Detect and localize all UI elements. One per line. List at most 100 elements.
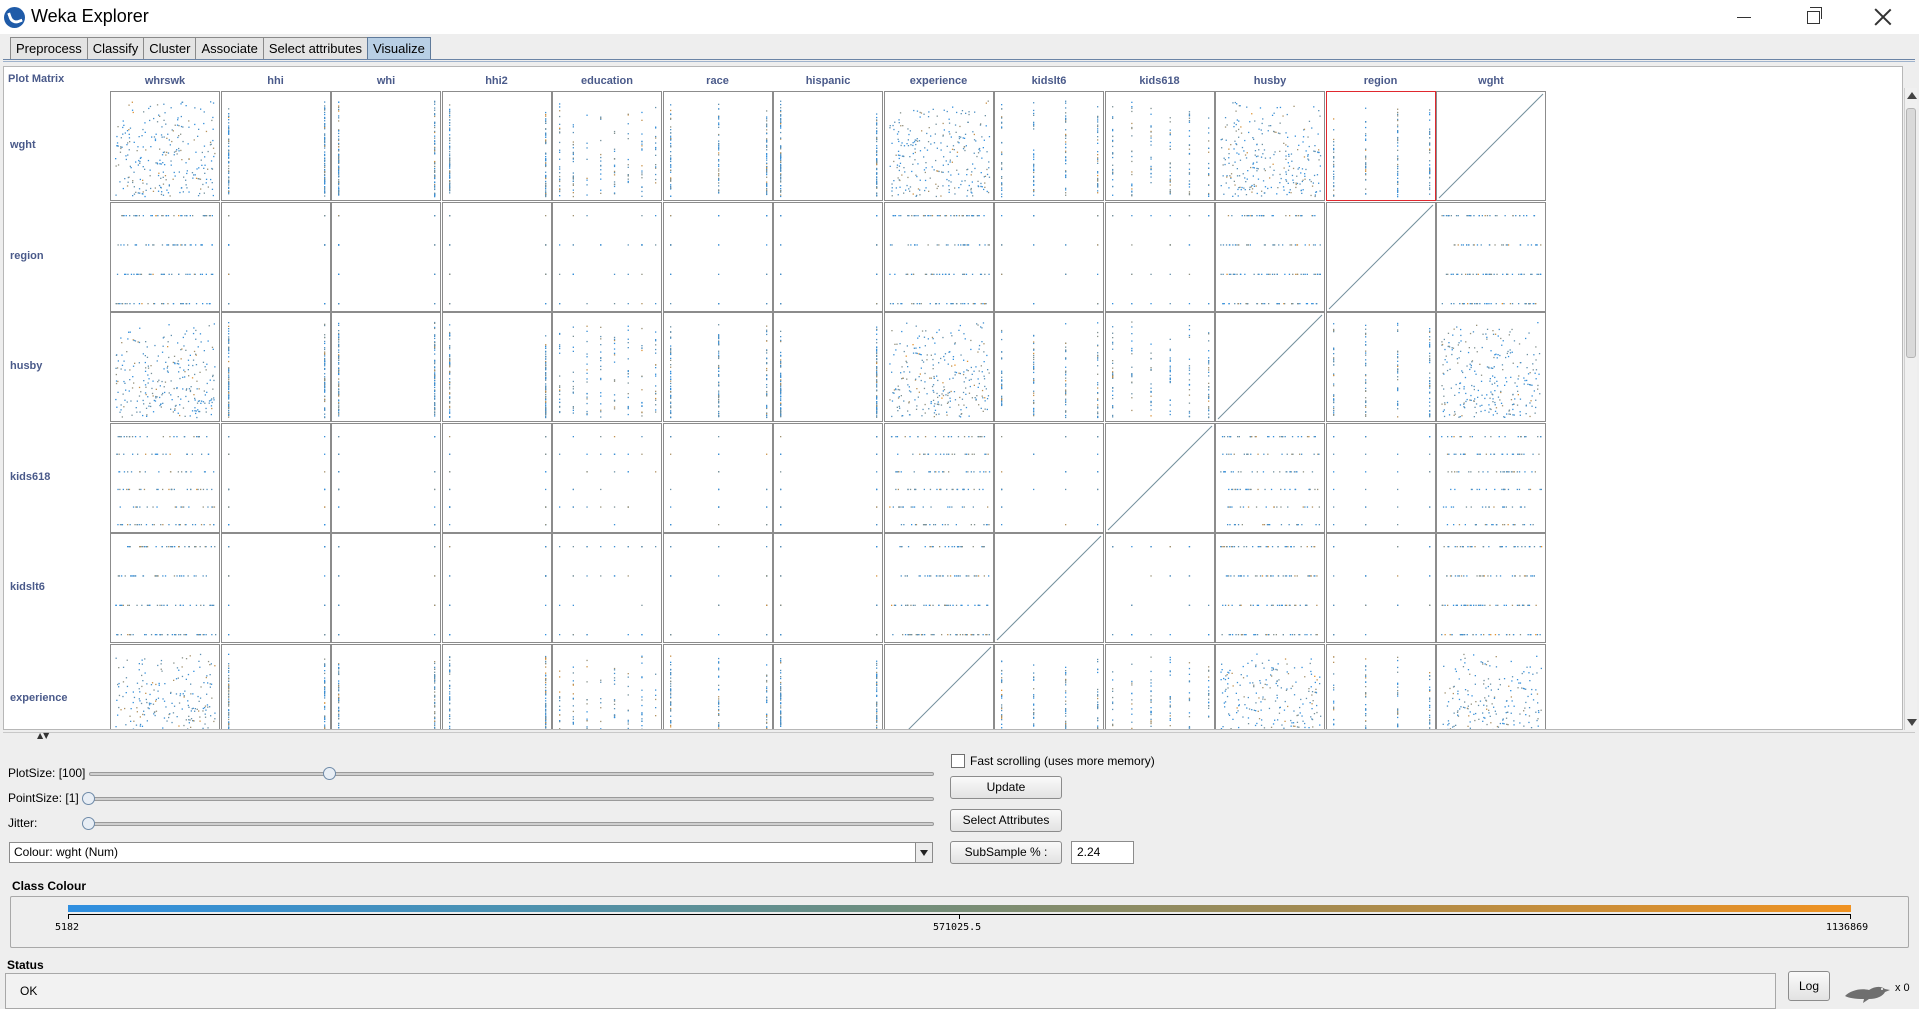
scatter-cell-wght-vs-education[interactable] <box>552 91 662 201</box>
tab-visualize[interactable]: Visualize <box>367 37 431 60</box>
scatter-cell-wght-vs-kids618[interactable] <box>1104 91 1215 201</box>
fast-scrolling-checkbox[interactable] <box>951 754 965 768</box>
log-button[interactable]: Log <box>1788 971 1830 1001</box>
scatter-cell-region-vs-experience[interactable] <box>883 201 994 312</box>
tab-select-attributes[interactable]: Select attributes <box>262 37 369 60</box>
scatter-cell-kidslt6-vs-kids618[interactable] <box>1104 533 1215 643</box>
scatter-cell-husby-vs-hhi2[interactable] <box>441 312 552 422</box>
scatter-cell-kids618-vs-kidslt6[interactable] <box>994 422 1104 533</box>
scatter-cell-region-vs-education[interactable] <box>552 201 662 312</box>
scatter-cell-wght-vs-experience[interactable] <box>883 91 994 201</box>
scatter-cell-region-vs-kids618[interactable] <box>1104 201 1215 312</box>
scatter-cell-kidslt6-vs-hhi2[interactable] <box>441 533 552 643</box>
scatter-cell-wght-vs-whrswk[interactable] <box>110 91 220 201</box>
scatter-cell-kids618-vs-hhi2[interactable] <box>441 422 552 533</box>
scatter-cell-husby-vs-hispanic[interactable] <box>773 312 883 422</box>
scatter-cell-wght-vs-wght[interactable] <box>1436 91 1546 201</box>
scrollbar-thumb[interactable] <box>1906 108 1916 358</box>
scatter-cell-kids618-vs-whi[interactable] <box>331 422 441 533</box>
weka-bird-icon[interactable] <box>1843 982 1891 1004</box>
scatter-cell-kids618-vs-hispanic[interactable] <box>773 422 883 533</box>
tab-associate[interactable]: Associate <box>195 37 264 60</box>
scatter-cell-wght-vs-husby[interactable] <box>1215 91 1325 201</box>
scatter-cell-region-vs-hispanic[interactable] <box>773 201 883 312</box>
point-size-slider[interactable] <box>89 797 934 801</box>
scatter-cell-kidslt6-vs-whi[interactable] <box>331 533 441 643</box>
scatter-cell-kidslt6-vs-region[interactable] <box>1325 533 1436 643</box>
scatter-cell-experience-vs-education[interactable] <box>552 643 662 729</box>
plot-size-slider[interactable] <box>89 772 934 776</box>
scatter-cell-wght-vs-kidslt6[interactable] <box>994 91 1104 201</box>
scatter-cell-kidslt6-vs-hhi[interactable] <box>220 533 331 643</box>
scroll-down-arrow-icon[interactable] <box>1907 719 1917 726</box>
scatter-cell-experience-vs-region[interactable] <box>1325 643 1436 729</box>
scatter-cell-husby-vs-kids618[interactable] <box>1104 312 1215 422</box>
scatter-cell-wght-vs-race[interactable] <box>662 91 773 201</box>
restore-button[interactable] <box>1785 0 1841 34</box>
scatter-cell-experience-vs-race[interactable] <box>662 643 773 729</box>
scatter-cell-husby-vs-wght[interactable] <box>1436 312 1546 422</box>
update-button[interactable]: Update <box>950 776 1062 799</box>
scatter-cell-husby-vs-race[interactable] <box>662 312 773 422</box>
tab-classify[interactable]: Classify <box>86 37 145 60</box>
scatter-cell-kids618-vs-education[interactable] <box>552 422 662 533</box>
minimize-button[interactable] <box>1716 0 1772 34</box>
scatter-cell-experience-vs-kidslt6[interactable] <box>994 643 1104 729</box>
scatter-cell-husby-vs-experience[interactable] <box>883 312 994 422</box>
subsample-button[interactable]: SubSample % : <box>950 841 1062 864</box>
scatter-cell-experience-vs-whrswk[interactable] <box>110 643 220 729</box>
scatter-cell-kids618-vs-hhi[interactable] <box>220 422 331 533</box>
scatter-cell-wght-vs-hhi2[interactable] <box>441 91 552 201</box>
scatter-cell-region-vs-hhi2[interactable] <box>441 201 552 312</box>
scatter-cell-experience-vs-experience[interactable] <box>883 643 994 729</box>
scatter-cell-experience-vs-hispanic[interactable] <box>773 643 883 729</box>
scatter-cell-experience-vs-husby[interactable] <box>1215 643 1325 729</box>
scatter-cell-kidslt6-vs-race[interactable] <box>662 533 773 643</box>
scatter-cell-wght-vs-region[interactable] <box>1325 91 1436 201</box>
point-size-slider-knob[interactable] <box>82 792 95 805</box>
tab-preprocess[interactable]: Preprocess <box>10 37 88 60</box>
plot-size-slider-knob[interactable] <box>323 767 337 780</box>
scroll-up-arrow-icon[interactable] <box>1907 92 1917 99</box>
scatter-cell-region-vs-kidslt6[interactable] <box>994 201 1104 312</box>
splitter-arrows-icon[interactable]: ▲▼ <box>37 732 49 740</box>
scatter-cell-kids618-vs-whrswk[interactable] <box>110 422 220 533</box>
scatter-cell-kidslt6-vs-wght[interactable] <box>1436 533 1546 643</box>
plot-matrix-vertical-scrollbar[interactable] <box>1904 88 1917 730</box>
scatter-cell-wght-vs-hhi[interactable] <box>220 91 331 201</box>
scatter-cell-kidslt6-vs-experience[interactable] <box>883 533 994 643</box>
colour-attribute-select[interactable]: Colour: wght (Num) <box>9 842 933 863</box>
scatter-cell-kidslt6-vs-hispanic[interactable] <box>773 533 883 643</box>
scatter-cell-kids618-vs-husby[interactable] <box>1215 422 1325 533</box>
scatter-cell-region-vs-hhi[interactable] <box>220 201 331 312</box>
scatter-cell-husby-vs-education[interactable] <box>552 312 662 422</box>
scatter-cell-husby-vs-whi[interactable] <box>331 312 441 422</box>
scatter-cell-kidslt6-vs-kidslt6[interactable] <box>994 533 1104 643</box>
scatter-cell-husby-vs-region[interactable] <box>1325 312 1436 422</box>
scatter-cell-region-vs-wght[interactable] <box>1436 201 1546 312</box>
jitter-slider[interactable] <box>89 822 934 826</box>
scatter-cell-experience-vs-whi[interactable] <box>331 643 441 729</box>
scatter-cell-region-vs-whi[interactable] <box>331 201 441 312</box>
scatter-cell-region-vs-whrswk[interactable] <box>110 201 220 312</box>
scatter-cell-kidslt6-vs-education[interactable] <box>552 533 662 643</box>
scatter-cell-kids618-vs-wght[interactable] <box>1436 422 1546 533</box>
scatter-cell-husby-vs-whrswk[interactable] <box>110 312 220 422</box>
scatter-cell-husby-vs-husby[interactable] <box>1215 312 1325 422</box>
scatter-cell-experience-vs-hhi2[interactable] <box>441 643 552 729</box>
split-pane-divider[interactable]: ▲▼ <box>3 732 1915 740</box>
scatter-cell-kids618-vs-kids618[interactable] <box>1104 422 1215 533</box>
scatter-cell-experience-vs-kids618[interactable] <box>1104 643 1215 729</box>
scatter-cell-experience-vs-hhi[interactable] <box>220 643 331 729</box>
scatter-cell-kidslt6-vs-whrswk[interactable] <box>110 533 220 643</box>
scatter-cell-kidslt6-vs-husby[interactable] <box>1215 533 1325 643</box>
scatter-cell-experience-vs-wght[interactable] <box>1436 643 1546 729</box>
close-button[interactable] <box>1855 0 1911 34</box>
scatter-cell-kids618-vs-region[interactable] <box>1325 422 1436 533</box>
scatter-cell-region-vs-husby[interactable] <box>1215 201 1325 312</box>
subsample-percent-input[interactable]: 2.24 <box>1071 841 1134 864</box>
scatter-cell-region-vs-region[interactable] <box>1325 201 1436 312</box>
scatter-cell-husby-vs-kidslt6[interactable] <box>994 312 1104 422</box>
chevron-down-icon[interactable] <box>915 843 932 862</box>
scatter-cell-region-vs-race[interactable] <box>662 201 773 312</box>
